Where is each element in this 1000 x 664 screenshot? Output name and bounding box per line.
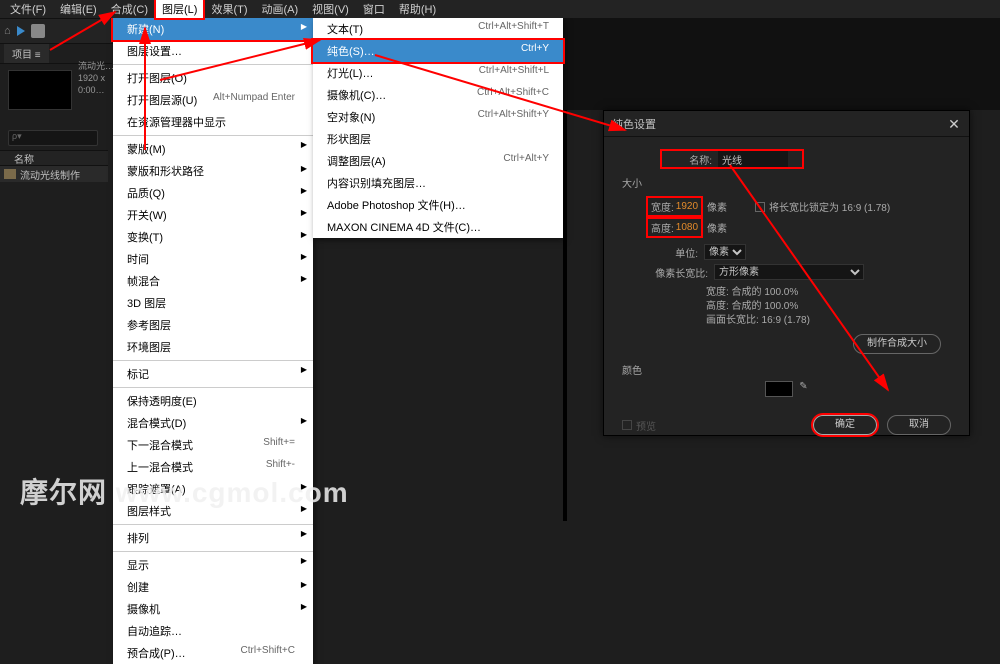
ok-button[interactable]: 确定 [813,415,877,435]
menu-item[interactable]: 参考图层 [113,314,313,336]
project-item-label: 流动光线制作 [20,167,80,182]
eyedropper-icon[interactable]: ✎ [799,381,807,397]
submenu-item[interactable]: 纯色(S)…Ctrl+Y [313,40,563,62]
submenu-item[interactable]: Adobe Photoshop 文件(H)… [313,194,563,216]
cancel-button[interactable]: 取消 [887,415,951,435]
submenu-item[interactable]: 调整图层(A)Ctrl+Alt+Y [313,150,563,172]
menu-item[interactable]: 帧混合 [113,270,313,292]
menu-item[interactable]: 打开图层源(U)Alt+Numpad Enter [113,89,313,111]
name-input[interactable] [718,151,788,167]
menu-item[interactable]: 打开图层(O) [113,64,313,89]
layer-menu-dropdown: 新建(N)图层设置…打开图层(O)打开图层源(U)Alt+Numpad Ente… [113,18,313,664]
make-comp-size-button[interactable]: 制作合成大小 [853,334,941,354]
watermark: 摩尔网 www.cgmol.com [20,471,349,511]
info-height: 高度: 合成的 100.0% [706,300,951,314]
info-width: 宽度: 合成的 100.0% [706,286,951,300]
footage-meta: 流动光… 1920 x 0:00… [78,60,114,96]
menu-item[interactable]: 蒙版和形状路径 [113,160,313,182]
menu-animation[interactable]: 动画(A) [256,0,305,18]
menu-item[interactable]: 在资源管理器中显示 [113,111,313,133]
menu-item[interactable]: 新建(N) [113,18,313,40]
project-item-row[interactable]: 流动光线制作 [0,166,108,182]
footage-preview [8,70,72,110]
menu-comp[interactable]: 合成(C) [105,0,154,18]
color-swatch[interactable] [765,381,793,397]
submenu-item[interactable]: 灯光(L)…Ctrl+Alt+Shift+L [313,62,563,84]
menu-item[interactable]: 开关(W) [113,204,313,226]
project-tab[interactable]: 项目 ≡ [4,44,49,63]
preview-label: 预览 [636,418,656,433]
menu-item[interactable]: 混合模式(D) [113,412,313,434]
lock-aspect-label: 将长宽比锁定为 16:9 (1.78) [769,199,890,214]
composition-viewer-area [563,18,1000,110]
menu-item[interactable]: 品质(Q) [113,182,313,204]
width-suffix: 像素 [707,199,727,214]
menu-item[interactable]: 排列 [113,524,313,549]
submenu-item[interactable]: MAXON CINEMA 4D 文件(C)… [313,216,563,238]
composition-icon [4,169,16,179]
size-heading: 大小 [622,179,642,190]
menu-item[interactable]: 图层设置… [113,40,313,62]
hand-tool-icon[interactable] [31,24,45,38]
dialog-title: 纯色设置 [612,116,656,132]
unit-select[interactable]: 像素 [704,244,746,260]
menu-item[interactable]: 标记 [113,360,313,385]
project-search-input[interactable]: ρ▾ [8,130,98,146]
submenu-item[interactable]: 摄像机(C)…Ctrl+Alt+Shift+C [313,84,563,106]
menu-item[interactable]: 摄像机 [113,598,313,620]
project-column-header: 名称 [0,150,108,166]
menu-edit[interactable]: 编辑(E) [54,0,103,18]
menu-layer[interactable]: 图层(L) [156,0,203,18]
info-par: 画面长宽比: 16:9 (1.78) [706,314,951,328]
menu-item[interactable]: 环境图层 [113,336,313,358]
home-icon[interactable]: ⌂ [4,25,11,37]
menu-effect[interactable]: 效果(T) [205,0,253,18]
color-heading: 颜色 [622,366,642,377]
menu-item[interactable]: 变换(T) [113,226,313,248]
menu-item[interactable]: 蒙版(M) [113,135,313,160]
menu-item[interactable]: 预合成(P)…Ctrl+Shift+C [113,642,313,664]
menu-help[interactable]: 帮助(H) [393,0,442,18]
menu-item[interactable]: 下一混合模式Shift+= [113,434,313,456]
close-icon[interactable]: ✕ [947,117,961,131]
menu-item[interactable]: 显示 [113,551,313,576]
width-label: 宽度: [651,199,674,214]
par-label: 像素长宽比: [648,265,708,280]
height-label: 高度: [651,220,674,235]
menu-file[interactable]: 文件(F) [4,0,52,18]
width-value[interactable]: 1920 [676,201,698,212]
height-value[interactable]: 1080 [676,222,698,233]
unit-label: 单位: [648,245,698,260]
layer-new-submenu: 文本(T)Ctrl+Alt+Shift+T纯色(S)…Ctrl+Y灯光(L)…C… [313,18,563,238]
menu-view[interactable]: 视图(V) [306,0,355,18]
submenu-item[interactable]: 内容识别填充图层… [313,172,563,194]
submenu-item[interactable]: 空对象(N)Ctrl+Alt+Shift+Y [313,106,563,128]
menu-item[interactable]: 时间 [113,248,313,270]
menu-item[interactable]: 自动追踪… [113,620,313,642]
preview-checkbox[interactable] [622,420,632,430]
submenu-item[interactable]: 形状图层 [313,128,563,150]
solid-settings-dialog: 纯色设置 ✕ 名称: 大小 宽度: 1920 像素 将长宽比锁定为 16:9 (… [603,110,970,436]
par-select[interactable]: 方形像素 [714,264,864,280]
menubar: 文件(F) 编辑(E) 合成(C) 图层(L) 效果(T) 动画(A) 视图(V… [0,0,1000,18]
menu-item[interactable]: 保持透明度(E) [113,387,313,412]
menu-window[interactable]: 窗口 [357,0,391,18]
submenu-item[interactable]: 文本(T)Ctrl+Alt+Shift+T [313,18,563,40]
lock-aspect-checkbox[interactable] [755,202,765,212]
menu-item[interactable]: 创建 [113,576,313,598]
footage-thumb[interactable] [8,70,72,110]
menu-item[interactable]: 3D 图层 [113,292,313,314]
height-suffix: 像素 [707,220,727,235]
name-label: 名称: [662,152,712,167]
selection-tool-icon[interactable] [17,26,25,36]
